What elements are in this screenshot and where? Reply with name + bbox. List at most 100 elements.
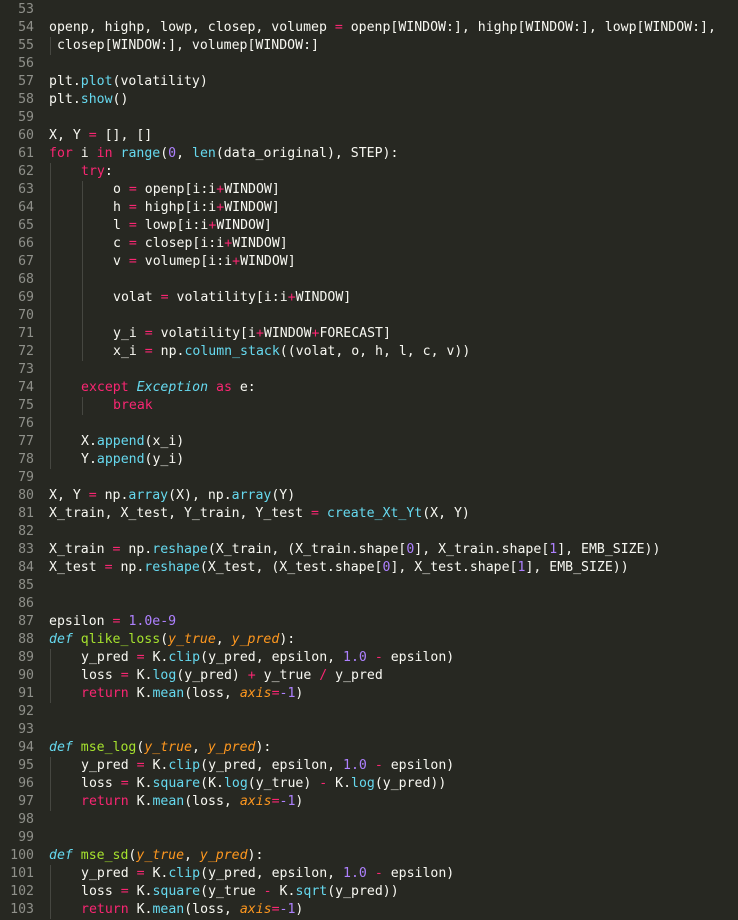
token-plain: (y_true) — [247, 776, 320, 791]
line-number: 65 — [18, 218, 34, 233]
code-line[interactable]: 98 — [0, 811, 738, 829]
code-text: X, Y = np.array(X), np.array(Y) — [49, 487, 295, 505]
token-plain: X_test — [49, 560, 105, 575]
code-line[interactable]: 81 X_train, X_test, Y_train, Y_test = cre… — [0, 505, 738, 523]
code-text: X_train, X_test, Y_train, Y_test = creat… — [49, 505, 470, 523]
line-number: 63 — [18, 182, 34, 197]
token-plain: np. — [152, 344, 185, 359]
code-line[interactable]: 63 o = openp[i:i+WINDOW] — [0, 181, 738, 199]
token-plain: ( — [160, 146, 169, 161]
code-line[interactable]: 61 for i in range(0, len(data_original), … — [0, 145, 738, 163]
code-line[interactable]: 100 def mse_sd(y_true, y_pred): — [0, 847, 738, 865]
token-plain: K. — [128, 776, 153, 791]
token-plain: K. — [128, 686, 153, 701]
code-text: loss = K.square(y_true - K.sqrt(y_pred)) — [81, 883, 399, 901]
code-line[interactable]: 64 h = highp[i:i+WINDOW] — [0, 199, 738, 217]
code-line[interactable]: 87 epsilon = 1.0e-9 — [0, 613, 738, 631]
token-op: = — [271, 686, 280, 701]
code-line[interactable]: 55 closep[WINDOW:], volumep[WINDOW:] — [0, 37, 738, 55]
code-line[interactable]: 94 def mse_log(y_true, y_pred): — [0, 739, 738, 757]
token-op: - — [319, 776, 328, 791]
token-plain: y_pred — [81, 758, 137, 773]
code-line[interactable]: 56 — [0, 55, 738, 73]
code-line[interactable]: 53 — [0, 1, 738, 19]
token-plain: (y_pred, epsilon, — [200, 650, 344, 665]
code-line[interactable]: 89 y_pred = K.clip(y_pred, epsilon, 1.0 -… — [0, 649, 738, 667]
token-plain: closep[i:i — [136, 236, 225, 251]
token-kw: return — [81, 686, 129, 701]
code-line[interactable]: 95 y_pred = K.clip(y_pred, epsilon, 1.0 -… — [0, 757, 738, 775]
line-number: 71 — [18, 326, 34, 341]
code-line[interactable]: 62 try: — [0, 163, 738, 181]
code-line[interactable]: 67 v = volumep[i:i+WINDOW] — [0, 253, 738, 271]
code-line[interactable]: 58 plt.show() — [0, 91, 738, 109]
code-line[interactable]: 79 — [0, 469, 738, 487]
token-plain: openp[i:i — [136, 182, 217, 197]
code-line[interactable]: 74 except Exception as e: — [0, 379, 738, 397]
code-line[interactable]: 60 X, Y = [], [] — [0, 127, 738, 145]
code-line[interactable]: 75 break — [0, 397, 738, 415]
token-num: 1.0e-9 — [128, 614, 177, 629]
token-fn: column_stack — [184, 344, 280, 359]
code-line[interactable]: 82 — [0, 523, 738, 541]
code-line[interactable]: 70 — [0, 307, 738, 325]
code-line[interactable]: 59 — [0, 109, 738, 127]
code-line[interactable]: 71 y_i = volatility[i+WINDOW+FORECAST] — [0, 325, 738, 343]
indent-guide — [50, 181, 51, 199]
code-line[interactable]: 66 c = closep[i:i+WINDOW] — [0, 235, 738, 253]
token-cls: Exception — [136, 380, 209, 395]
code-line[interactable]: 99 — [0, 829, 738, 847]
code-line[interactable]: 68 — [0, 271, 738, 289]
code-line[interactable]: 90 loss = K.log(y_pred) + y_true / y_pred — [0, 667, 738, 685]
token-plain: , — [215, 632, 232, 647]
token-plain: WINDOW] — [224, 200, 280, 215]
code-line[interactable]: 92 — [0, 703, 738, 721]
token-op: = — [88, 128, 97, 143]
token-plain: closep[WINDOW:], volumep[WINDOW:] — [49, 38, 319, 53]
code-editor[interactable]: 53 54 openp, highp, lowp, closep, volumep … — [0, 0, 738, 920]
token-plain: K. — [128, 902, 153, 917]
token-plain: (X), np. — [168, 488, 232, 503]
code-line[interactable]: 91 return K.mean(loss, axis=-1) — [0, 685, 738, 703]
code-line[interactable]: 78 Y.append(y_i) — [0, 451, 738, 469]
code-line[interactable]: 86 — [0, 595, 738, 613]
code-text: closep[WINDOW:], volumep[WINDOW:] — [49, 37, 319, 55]
code-line[interactable]: 102 loss = K.square(y_true - K.sqrt(y_pre… — [0, 883, 738, 901]
code-line[interactable]: 84 X_test = np.reshape(X_test, (X_test.sh… — [0, 559, 738, 577]
token-op: = — [128, 254, 137, 269]
code-line[interactable]: 101 y_pred = K.clip(y_pred, epsilon, 1.0 … — [0, 865, 738, 883]
code-line[interactable]: 76 — [0, 415, 738, 433]
code-line[interactable]: 72 x_i = np.column_stack((volat, o, h, l,… — [0, 343, 738, 361]
indent-guide — [50, 361, 51, 379]
code-line[interactable]: 54 openp, highp, lowp, closep, volumep = … — [0, 19, 738, 37]
line-number: 77 — [18, 434, 34, 449]
token-plain: h — [113, 200, 129, 215]
code-line[interactable]: 83 X_train = np.reshape(X_train, (X_train… — [0, 541, 738, 559]
code-line[interactable]: 85 — [0, 577, 738, 595]
code-line[interactable]: 57 plt.plot(volatility) — [0, 73, 738, 91]
code-line[interactable]: 77 X.append(x_i) — [0, 433, 738, 451]
token-plain: (y_i) — [144, 452, 185, 467]
code-line[interactable]: 103 return K.mean(loss, axis=-1) — [0, 901, 738, 919]
code-line[interactable]: 73 — [0, 361, 738, 379]
code-line[interactable]: 80 X, Y = np.array(X), np.array(Y) — [0, 487, 738, 505]
token-plain: , — [176, 146, 192, 161]
token-num: -1 — [279, 902, 296, 917]
token-plain: epsilon) — [382, 650, 455, 665]
indent-guide — [50, 325, 51, 343]
token-num: -1 — [279, 794, 296, 809]
code-line[interactable]: 97 return K.mean(loss, axis=-1) — [0, 793, 738, 811]
token-op: - — [374, 866, 383, 881]
line-number: 89 — [18, 650, 34, 665]
code-text: y_pred = K.clip(y_pred, epsilon, 1.0 - e… — [81, 649, 454, 667]
token-plain: lowp[i:i — [136, 218, 209, 233]
code-line[interactable]: 93 — [0, 721, 738, 739]
code-line[interactable]: 96 loss = K.square(K.log(y_true) - K.log(… — [0, 775, 738, 793]
code-text: break — [113, 397, 153, 415]
code-line[interactable]: 88 def qlike_loss(y_true, y_pred): — [0, 631, 738, 649]
code-line[interactable]: 69 volat = volatility[i:i+WINDOW] — [0, 289, 738, 307]
code-line[interactable]: 65 l = lowp[i:i+WINDOW] — [0, 217, 738, 235]
token-plain: K. — [128, 884, 153, 899]
